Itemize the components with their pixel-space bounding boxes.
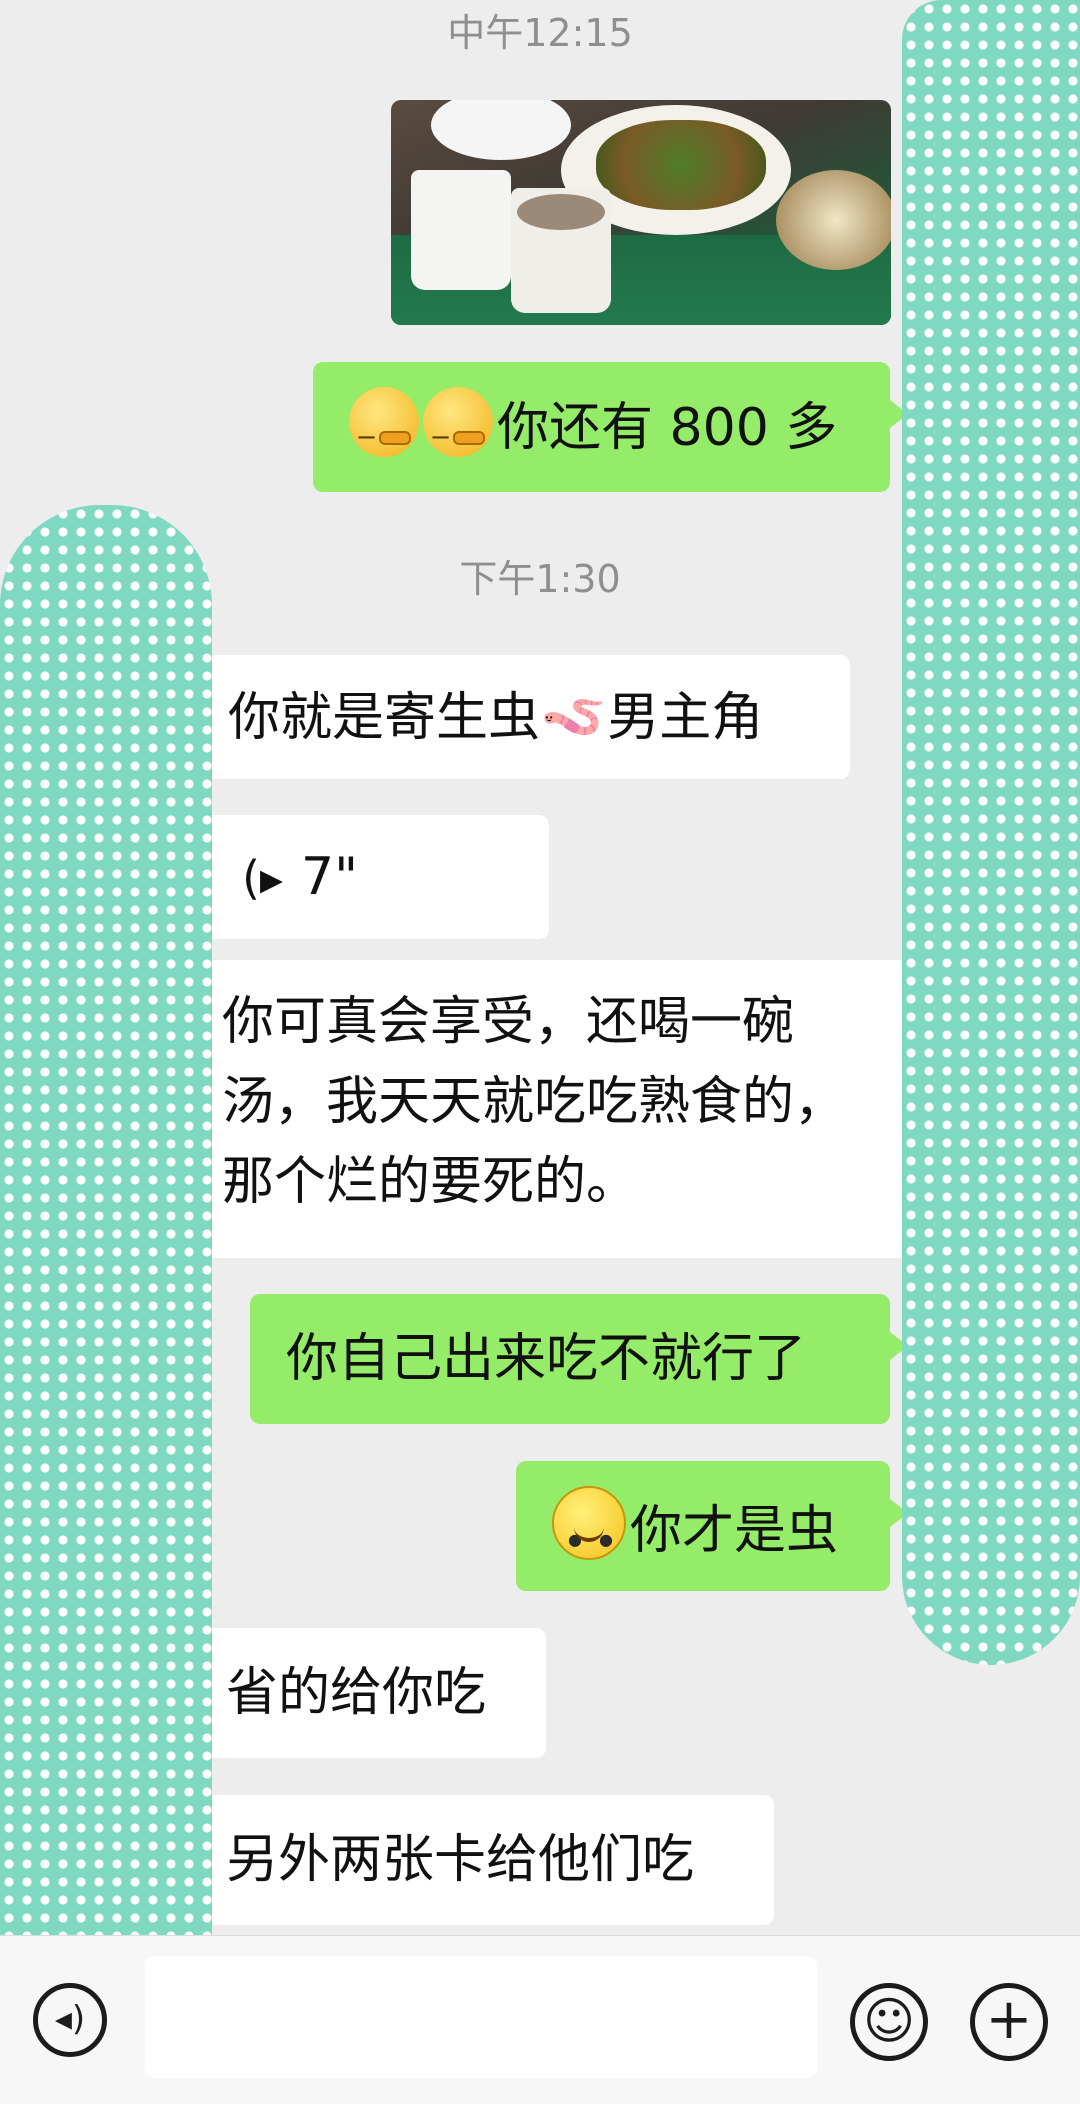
- message-text: 另外两张卡给他们吃: [226, 1830, 695, 1890]
- photo-soup: [776, 170, 891, 270]
- input-bar: ◂) ☺ +: [0, 1935, 1080, 2104]
- redaction-left: [0, 505, 212, 2040]
- food-photo-message[interactable]: [391, 100, 891, 325]
- incoming-message[interactable]: 你可真会享受，还喝一碗汤，我天天就吃吃熟食的，那个烂的要死的。: [172, 960, 908, 1258]
- incoming-message[interactable]: 另外两张卡给他们吃: [172, 1795, 774, 1925]
- emoji-icon[interactable]: ☺: [850, 1983, 928, 2061]
- message-text: 省的给你吃: [226, 1663, 487, 1723]
- incoming-message[interactable]: 你就是寄生虫🪱男主角: [188, 655, 850, 779]
- worm-emoji-icon: 🪱: [540, 685, 608, 748]
- smirk-emoji-icon: [349, 387, 419, 477]
- message-text: 你才是虫: [630, 1501, 839, 1561]
- message-text: 你自己出来吃不就行了: [286, 1329, 807, 1389]
- redaction-right: [902, 0, 1080, 1665]
- voice-input-icon[interactable]: ◂): [33, 1983, 107, 2057]
- photo-rice-bowl: [431, 100, 571, 160]
- message-text: 你还有 800 多: [497, 398, 838, 458]
- incoming-message[interactable]: 省的给你吃: [172, 1628, 546, 1758]
- voice-wave-icon: ◂): [242, 851, 284, 905]
- outgoing-message[interactable]: 你还有 800 多: [313, 362, 908, 492]
- message-text: 你就是寄生虫: [228, 688, 541, 748]
- message-input[interactable]: [145, 1956, 817, 2078]
- photo-food: [596, 120, 766, 210]
- add-icon[interactable]: +: [970, 1983, 1048, 2061]
- smile-emoji-icon: [552, 1486, 626, 1580]
- outgoing-message[interactable]: 你自己出来吃不就行了: [250, 1294, 908, 1424]
- voice-message[interactable]: ◂) 7": [172, 815, 549, 939]
- message-text: 你可真会享受，还喝一碗汤，我天天就吃吃熟食的，那个烂的要死的。: [222, 992, 847, 1212]
- photo-tea-cup: [511, 188, 611, 313]
- message-text: 男主角: [607, 688, 764, 748]
- voice-duration: 7": [301, 847, 359, 907]
- photo-cup: [411, 170, 511, 290]
- outgoing-message[interactable]: 你才是虫: [516, 1461, 908, 1591]
- smirk-emoji-icon: [423, 387, 493, 477]
